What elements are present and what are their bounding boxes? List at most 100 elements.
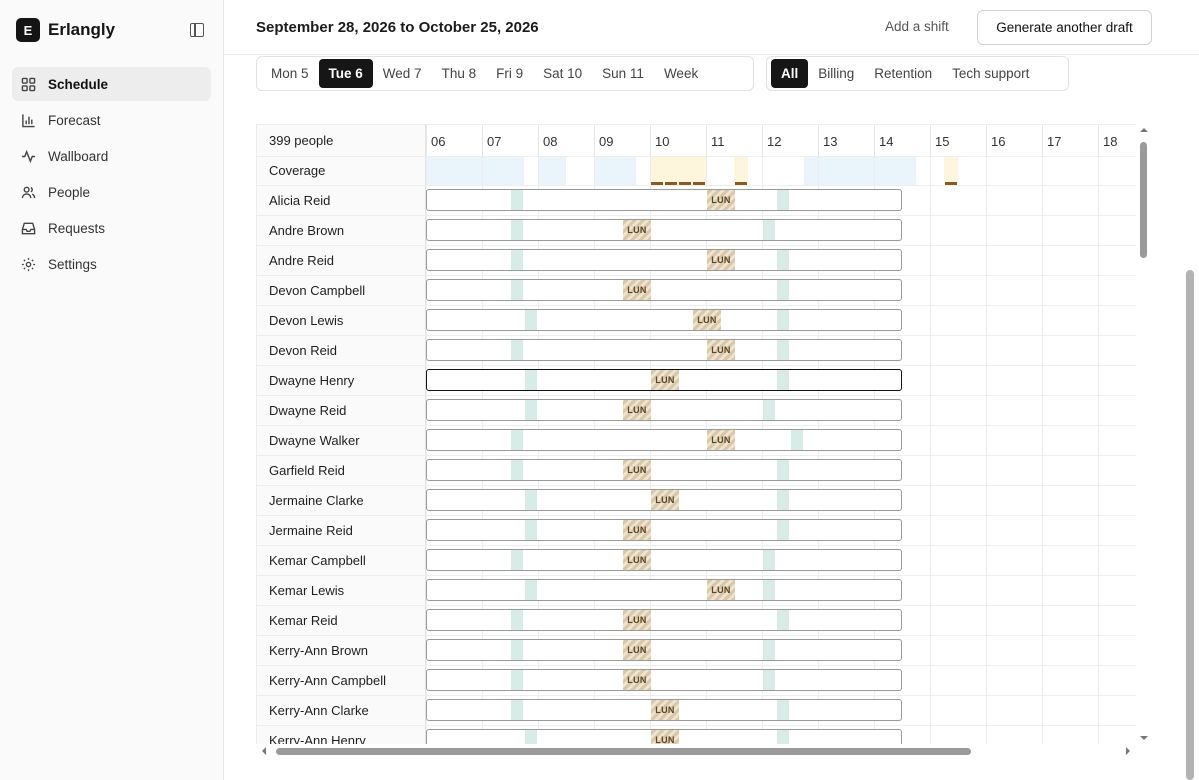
- shift-block[interactable]: LUN: [426, 399, 902, 421]
- break-segment: [525, 370, 537, 390]
- bar-chart-icon: [21, 113, 36, 128]
- shift-block[interactable]: LUN: [426, 609, 902, 631]
- scroll-left-icon[interactable]: [258, 747, 266, 755]
- coverage-warning-cell: [944, 156, 958, 185]
- coverage-cell: [818, 156, 832, 185]
- grid-horizontal-scrollbar[interactable]: [256, 744, 1136, 758]
- hour-label: 10: [650, 125, 706, 156]
- generate-draft-button[interactable]: Generate another draft: [977, 10, 1152, 45]
- sidebar-item-forecast[interactable]: Forecast: [12, 103, 211, 137]
- sidebar-item-wallboard[interactable]: Wallboard: [12, 139, 211, 173]
- person-name: Devon Reid: [269, 342, 337, 358]
- tab-day-thu-8[interactable]: Thu 8: [432, 59, 487, 88]
- brand[interactable]: E Erlangly: [16, 18, 115, 42]
- shift-block[interactable]: LUN: [426, 459, 902, 481]
- break-segment: [511, 640, 523, 660]
- shift-block[interactable]: LUN: [426, 429, 902, 451]
- add-shift-button[interactable]: Add a shift: [885, 19, 949, 34]
- coverage-cell: [482, 156, 496, 185]
- break-segment: [525, 580, 537, 600]
- scroll-up-icon[interactable]: [1140, 124, 1148, 132]
- lunch-segment: LUN: [651, 730, 679, 744]
- break-segment: [791, 430, 803, 450]
- page-scroll-thumb[interactable]: [1186, 270, 1194, 780]
- shift-block[interactable]: LUN: [426, 189, 902, 211]
- hour-label: 06: [426, 125, 482, 156]
- horizontal-scroll-thumb[interactable]: [276, 748, 971, 755]
- shift-block[interactable]: LUN: [426, 309, 902, 331]
- inbox-icon: [21, 221, 36, 236]
- coverage-warning-cell: [664, 156, 678, 185]
- team-tabs: All Billing Retention Tech support: [766, 56, 1069, 91]
- grid-icon: [21, 77, 36, 92]
- coverage-cell: [860, 156, 874, 185]
- shift-block[interactable]: LUN: [426, 639, 902, 661]
- shift-block[interactable]: LUN: [426, 729, 902, 744]
- shift-block[interactable]: LUN: [426, 489, 902, 511]
- person-name: Jermaine Clarke: [269, 492, 364, 508]
- sidebar-item-settings[interactable]: Settings: [12, 247, 211, 281]
- grid-vertical-scrollbar[interactable]: [1136, 124, 1152, 744]
- tab-day-wed-7[interactable]: Wed 7: [373, 59, 432, 88]
- break-segment: [511, 430, 523, 450]
- shift-block[interactable]: LUN: [426, 699, 902, 721]
- person-name: Andre Reid: [269, 252, 335, 268]
- shift-block[interactable]: LUN: [426, 669, 902, 691]
- person-name: Kemar Reid: [269, 612, 338, 628]
- tab-day-mon-5[interactable]: Mon 5: [261, 59, 319, 88]
- shift-block[interactable]: LUN: [426, 579, 902, 601]
- shift-block[interactable]: LUN: [426, 219, 902, 241]
- lunch-segment: LUN: [623, 670, 651, 690]
- tab-day-week[interactable]: Week: [654, 59, 708, 88]
- person-name: Kerry-Ann Clarke: [269, 702, 369, 718]
- shift-block[interactable]: LUN: [426, 249, 902, 271]
- scroll-down-icon[interactable]: [1140, 736, 1148, 744]
- break-segment: [777, 340, 789, 360]
- hour-label: 12: [762, 125, 818, 156]
- break-segment: [525, 520, 537, 540]
- break-segment: [511, 460, 523, 480]
- tab-team-all[interactable]: All: [771, 59, 809, 88]
- break-segment: [511, 700, 523, 720]
- break-segment: [763, 640, 775, 660]
- shift-block[interactable]: LUN: [426, 519, 902, 541]
- break-segment: [525, 730, 537, 744]
- sidebar-nav: Schedule Forecast Wallboard People Requests S…: [12, 67, 211, 283]
- shift-block[interactable]: LUN: [426, 339, 902, 361]
- coverage-cell: [874, 156, 888, 185]
- break-segment: [777, 700, 789, 720]
- shift-block[interactable]: LUN: [426, 369, 902, 391]
- tab-day-fri-9[interactable]: Fri 9: [486, 59, 533, 88]
- sidebar-toggle-icon[interactable]: [190, 23, 204, 37]
- break-segment: [511, 190, 523, 210]
- person-name: Kemar Campbell: [269, 552, 366, 568]
- tab-team-retention[interactable]: Retention: [864, 59, 942, 88]
- activity-icon: [21, 149, 36, 164]
- person-name: Jermaine Reid: [269, 522, 353, 538]
- tab-day-tue-6[interactable]: Tue 6: [318, 59, 373, 88]
- hour-label: 18: [1098, 125, 1136, 156]
- lunch-segment: LUN: [623, 610, 651, 630]
- coverage-cell: [454, 156, 468, 185]
- tab-team-tech-support[interactable]: Tech support: [942, 59, 1039, 88]
- lunch-segment: LUN: [651, 700, 679, 720]
- sidebar-item-people[interactable]: People: [12, 175, 211, 209]
- sidebar-item-label: Requests: [48, 220, 106, 236]
- sidebar-item-requests[interactable]: Requests: [12, 211, 211, 245]
- coverage-warning-cell: [692, 156, 706, 185]
- break-segment: [511, 670, 523, 690]
- shift-block[interactable]: LUN: [426, 549, 902, 571]
- lunch-segment: LUN: [707, 430, 735, 450]
- vertical-scroll-thumb[interactable]: [1140, 142, 1147, 258]
- break-segment: [511, 280, 523, 300]
- shift-block[interactable]: LUN: [426, 279, 902, 301]
- tab-day-sat-10[interactable]: Sat 10: [533, 59, 592, 88]
- sidebar-item-label: Wallboard: [48, 148, 109, 164]
- scroll-right-icon[interactable]: [1126, 747, 1134, 755]
- tab-day-sun-11[interactable]: Sun 11: [592, 59, 654, 88]
- coverage-cell: [496, 156, 510, 185]
- person-name: Kerry-Ann Brown: [269, 642, 368, 658]
- hour-label: 11: [706, 125, 762, 156]
- sidebar-item-schedule[interactable]: Schedule: [12, 67, 211, 101]
- tab-team-billing[interactable]: Billing: [808, 59, 864, 88]
